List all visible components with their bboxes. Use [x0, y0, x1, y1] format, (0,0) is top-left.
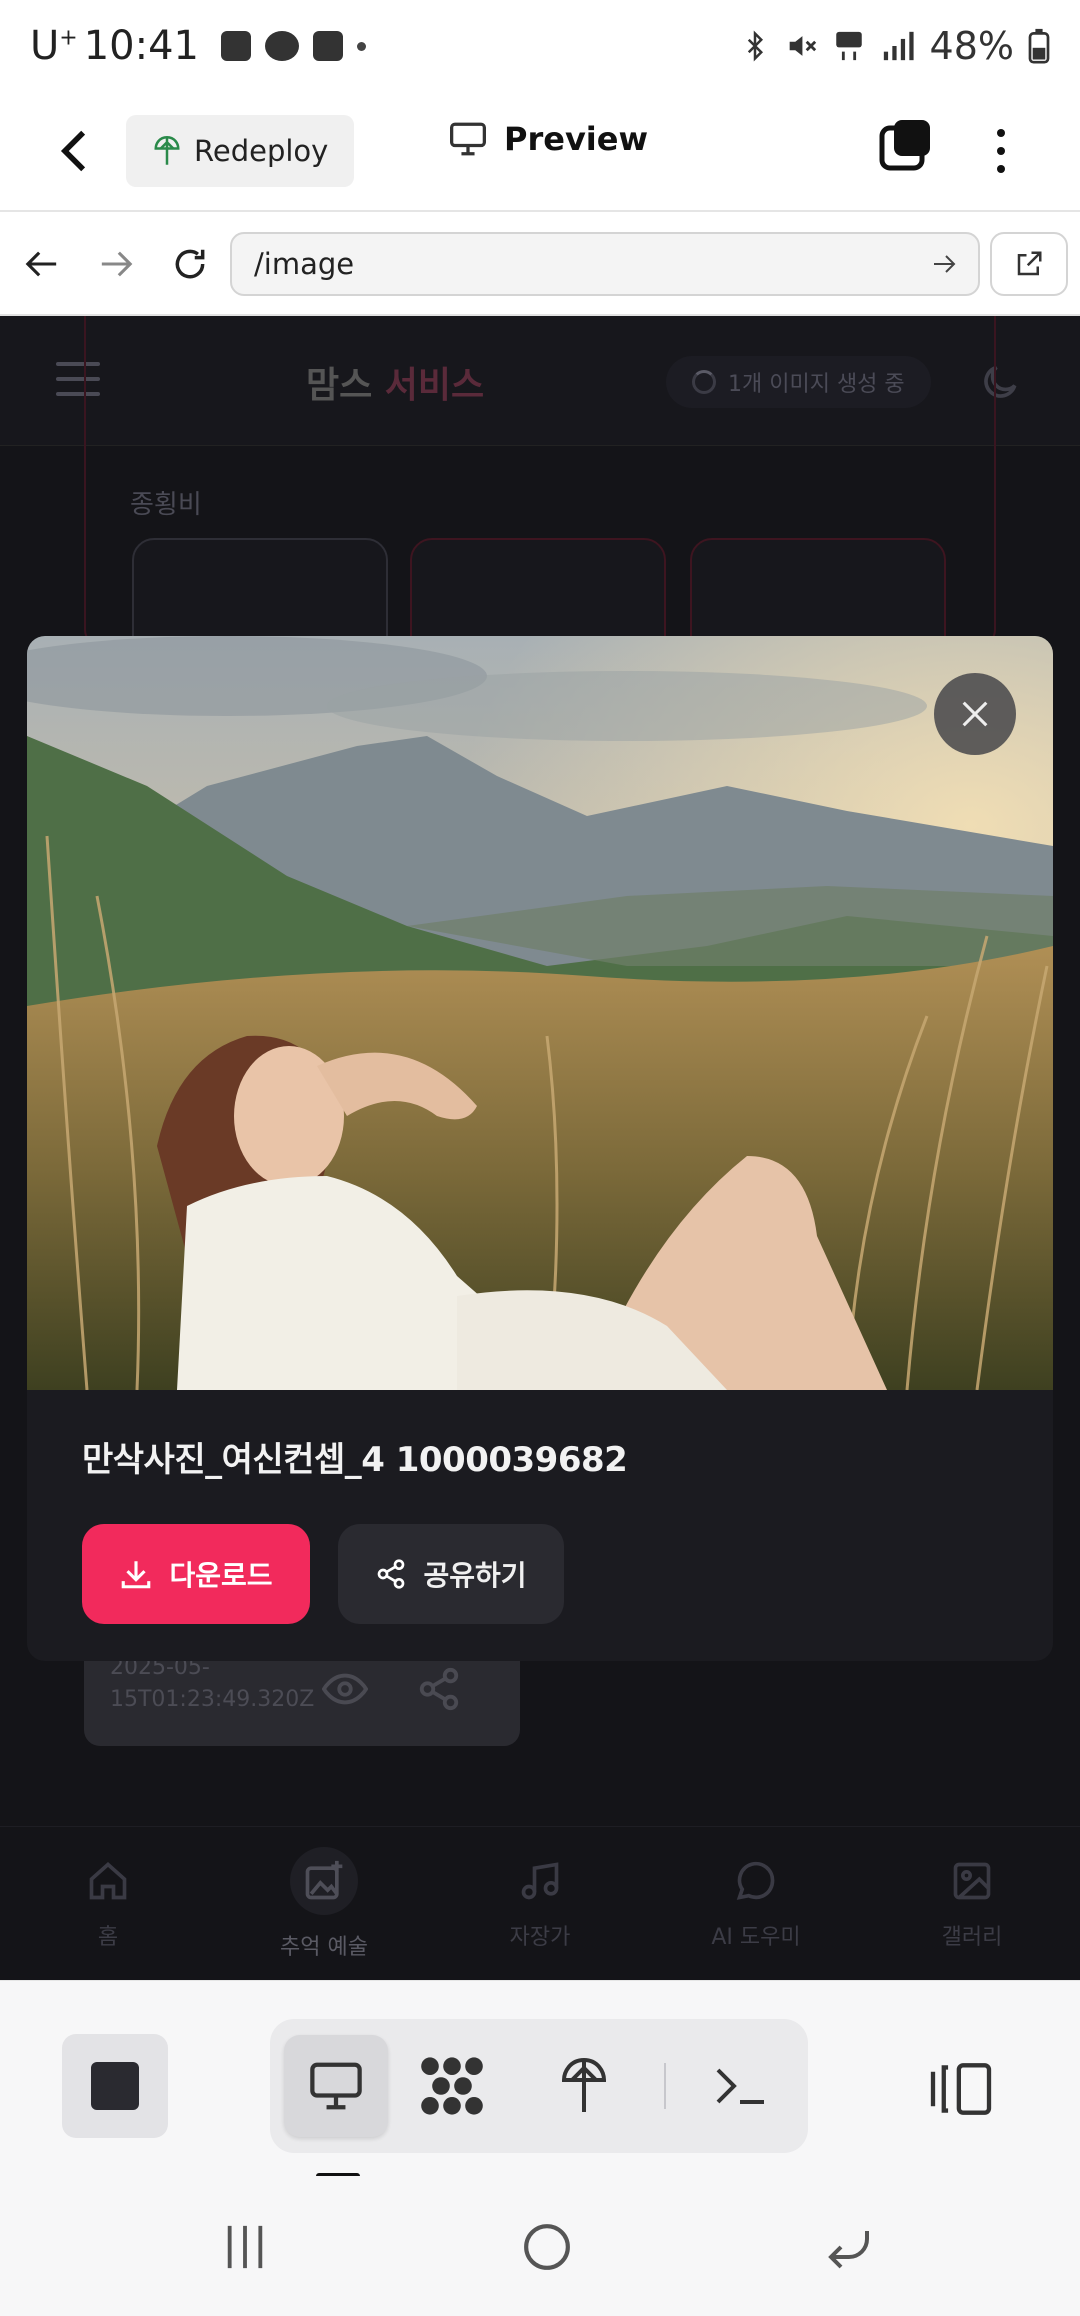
download-label: 다운로드	[169, 1559, 273, 1592]
aspect-ratio-label: 종횡비	[130, 490, 202, 520]
url-text: /image	[254, 247, 355, 281]
close-icon	[962, 701, 988, 727]
generated-photo	[27, 636, 1053, 1390]
status-time-group: U+ 10:41	[30, 23, 199, 69]
redeploy-button[interactable]: Redeploy	[126, 115, 355, 187]
deploy-icon	[561, 2057, 607, 2112]
preview-label: Preview	[504, 120, 649, 158]
5g-signal-icon	[835, 31, 862, 61]
chat-icon	[732, 1857, 780, 1905]
tabs-icon	[879, 120, 930, 171]
stop-square-icon	[91, 2062, 139, 2110]
redeploy-label: Redeploy	[194, 134, 329, 168]
cluster-icon	[421, 2057, 483, 2115]
tab-switcher-button[interactable]	[876, 116, 936, 176]
recent-apps-icon	[227, 2225, 263, 2269]
deploy-mode-button[interactable]	[532, 2035, 636, 2137]
monitor-icon	[450, 122, 486, 156]
reload-button[interactable]	[164, 238, 216, 290]
image-caption: 만삭사진_여신컨셉_4 1000039682	[82, 1440, 628, 1480]
segment-divider	[664, 2063, 666, 2109]
app-bar: Redeploy Preview	[0, 92, 1080, 212]
recent-apps-button[interactable]	[210, 2212, 280, 2282]
nav-item-gallery: 갤러리	[864, 1827, 1080, 1980]
notification-icons	[221, 31, 366, 61]
item-timestamp: 2025-05-15T01:23:49.320Z	[110, 1655, 315, 1712]
system-status-icons: 48%	[740, 24, 1050, 68]
browser-forward-button[interactable]	[90, 238, 142, 290]
more-options-button[interactable]	[984, 116, 1018, 186]
nav-item-lullaby: 자장가	[432, 1827, 648, 1980]
monitor-icon	[310, 2062, 362, 2110]
home-button[interactable]	[512, 2212, 582, 2282]
status-bar: U+ 10:41 48%	[0, 0, 1080, 92]
nav-item-memory-art: 추억 예술	[216, 1827, 432, 1980]
share-button[interactable]: 공유하기	[338, 1524, 564, 1624]
pay-notification-icon	[313, 31, 343, 61]
go-arrow-icon[interactable]	[932, 253, 956, 275]
browser-back-button[interactable]	[16, 238, 68, 290]
image-preview-modal: 만삭사진_여신컨셉_4 1000039682 다운로드 공유하기	[27, 636, 1053, 1661]
home-icon	[84, 1857, 132, 1905]
nav-item-ai-helper: AI 도우미	[648, 1827, 864, 1980]
cell-signal-icon	[883, 31, 914, 61]
battery-percent: 48%	[929, 24, 1014, 68]
arrow-right-icon	[101, 251, 133, 277]
clock: 10:41	[83, 23, 199, 69]
more-dot-icon	[997, 147, 1005, 155]
share-label: 공유하기	[423, 1559, 527, 1592]
talk-notification-icon	[265, 31, 299, 61]
bluetooth-icon	[747, 30, 763, 62]
site-bottom-nav: 홈 추억 예술 자장가 AI 도우미 갤러리	[0, 1826, 1080, 1980]
home-circle-icon	[524, 2224, 570, 2270]
url-bar: /image	[0, 212, 1080, 316]
more-notifications-dot-icon	[357, 41, 366, 51]
reload-icon	[175, 249, 205, 279]
url-input[interactable]: /image	[230, 232, 980, 296]
arrow-left-icon	[25, 251, 57, 277]
download-button[interactable]: 다운로드	[82, 1524, 310, 1624]
eye-icon	[322, 1673, 368, 1705]
carrier-label: U+	[30, 23, 78, 69]
more-dot-icon	[997, 129, 1005, 137]
gallery-notification-icon	[221, 31, 251, 61]
nav-item-home: 홈	[0, 1827, 216, 1980]
stop-button[interactable]	[62, 2034, 168, 2138]
share-icon	[378, 1559, 405, 1589]
download-icon	[122, 1561, 151, 1589]
image-plus-icon	[290, 1847, 358, 1915]
split-view-icon	[930, 2063, 992, 2115]
terminal-mode-button[interactable]	[688, 2035, 792, 2137]
preview-mode-button[interactable]	[284, 2035, 388, 2137]
external-link-icon	[1017, 251, 1042, 276]
view-mode-segment	[270, 2019, 808, 2153]
back-button[interactable]	[34, 111, 114, 191]
back-arrow-icon	[828, 2231, 869, 2269]
gallery-icon	[948, 1857, 996, 1905]
preview-title: Preview	[448, 120, 648, 158]
redeploy-icon	[154, 135, 180, 165]
share-icon	[419, 1667, 459, 1711]
bottom-toolbar	[0, 1980, 1080, 2176]
split-view-button[interactable]	[928, 2061, 994, 2117]
terminal-icon	[716, 2068, 764, 2104]
battery-icon	[1028, 28, 1050, 64]
system-nav-bar	[0, 2176, 1080, 2316]
chevron-left-icon	[60, 130, 86, 172]
code-mode-button[interactable]	[400, 2035, 504, 2137]
close-modal-button[interactable]	[934, 673, 1016, 755]
back-nav-button[interactable]	[814, 2212, 884, 2282]
open-external-button[interactable]	[990, 232, 1068, 296]
mute-icon	[789, 36, 816, 56]
music-icon	[516, 1857, 564, 1905]
more-dot-icon	[997, 165, 1005, 173]
